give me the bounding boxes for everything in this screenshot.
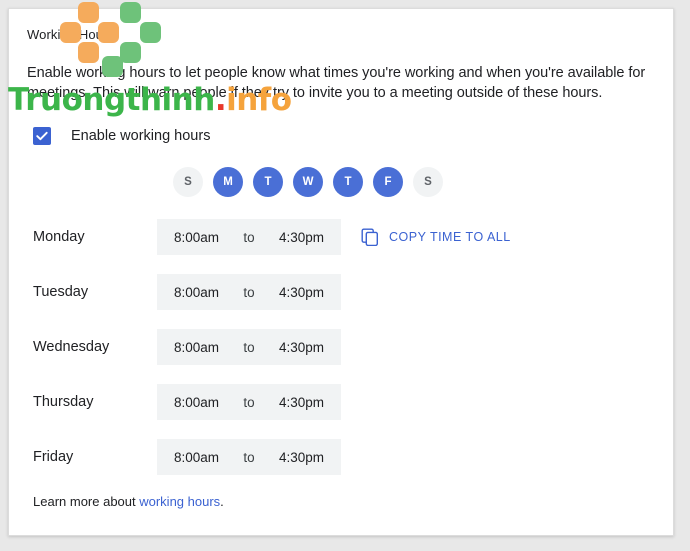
time-range-field[interactable]: 8:00am to 4:30pm bbox=[157, 439, 341, 475]
start-time-value[interactable]: 8:00am bbox=[174, 450, 219, 465]
enable-working-hours-row[interactable]: Enable working hours bbox=[33, 127, 655, 145]
start-time-value[interactable]: 8:00am bbox=[174, 230, 219, 245]
row-day-label: Friday bbox=[33, 449, 74, 465]
row-day-label: Monday bbox=[33, 229, 85, 245]
copy-time-to-all-button[interactable]: COPY TIME TO ALL bbox=[361, 228, 511, 246]
working-hours-row: Thursday 8:00am to 4:30pm bbox=[25, 384, 655, 420]
enable-working-hours-label: Enable working hours bbox=[71, 128, 211, 144]
time-range-separator: to bbox=[243, 449, 255, 465]
learn-more-text: Learn more about working hours. bbox=[33, 494, 655, 509]
working-hours-row: Wednesday 8:00am to 4:30pm bbox=[25, 329, 655, 365]
learn-more-suffix: . bbox=[220, 494, 224, 509]
end-time-value[interactable]: 4:30pm bbox=[279, 285, 324, 300]
copy-icon bbox=[361, 228, 378, 246]
end-time-value[interactable]: 4:30pm bbox=[279, 450, 324, 465]
row-day-label: Wednesday bbox=[33, 339, 110, 355]
working-hours-row: Tuesday 8:00am to 4:30pm bbox=[25, 274, 655, 310]
end-time-value[interactable]: 4:30pm bbox=[279, 395, 324, 410]
working-hours-row: Monday 8:00am to 4:30pm COPY TIME TO ALL bbox=[25, 219, 655, 255]
end-time-value[interactable]: 4:30pm bbox=[279, 340, 324, 355]
day-toggle-thursday[interactable]: T bbox=[333, 167, 363, 197]
day-toggle-friday[interactable]: F bbox=[373, 167, 403, 197]
day-toggle-group: SMTWTFS bbox=[173, 167, 655, 197]
start-time-value[interactable]: 8:00am bbox=[174, 285, 219, 300]
working-hours-card: Working Hours Enable working hours to le… bbox=[8, 8, 674, 536]
time-range-separator: to bbox=[243, 284, 255, 300]
day-toggle-monday[interactable]: M bbox=[213, 167, 243, 197]
row-day-label: Tuesday bbox=[33, 284, 89, 300]
time-range-field[interactable]: 8:00am to 4:30pm bbox=[157, 384, 341, 420]
time-range-field[interactable]: 8:00am to 4:30pm bbox=[157, 329, 341, 365]
working-hours-row: Friday 8:00am to 4:30pm bbox=[25, 439, 655, 475]
checkmark-icon bbox=[36, 131, 48, 141]
copy-time-to-all-label: COPY TIME TO ALL bbox=[389, 230, 511, 244]
learn-more-prefix: Learn more about bbox=[33, 494, 140, 509]
card-content: Working Hours Enable working hours to le… bbox=[9, 9, 673, 535]
working-hours-list: Monday 8:00am to 4:30pm COPY TIME TO ALL Tues… bbox=[25, 219, 655, 475]
enable-working-hours-checkbox[interactable] bbox=[33, 127, 51, 145]
time-range-field[interactable]: 8:00am to 4:30pm bbox=[157, 274, 341, 310]
day-toggle-tuesday[interactable]: T bbox=[253, 167, 283, 197]
time-range-separator: to bbox=[243, 339, 255, 355]
working-hours-link[interactable]: working hours bbox=[139, 494, 220, 509]
section-description: Enable working hours to let people know … bbox=[27, 65, 646, 101]
page-title: Working Hours bbox=[27, 27, 115, 42]
start-time-value[interactable]: 8:00am bbox=[174, 340, 219, 355]
time-range-field[interactable]: 8:00am to 4:30pm bbox=[157, 219, 341, 255]
end-time-value[interactable]: 4:30pm bbox=[279, 230, 324, 245]
start-time-value[interactable]: 8:00am bbox=[174, 395, 219, 410]
time-range-separator: to bbox=[243, 229, 255, 245]
day-toggle-saturday[interactable]: S bbox=[413, 167, 443, 197]
row-day-label: Thursday bbox=[33, 394, 94, 410]
day-toggle-sunday[interactable]: S bbox=[173, 167, 203, 197]
day-toggle-wednesday[interactable]: W bbox=[293, 167, 323, 197]
time-range-separator: to bbox=[243, 394, 255, 410]
